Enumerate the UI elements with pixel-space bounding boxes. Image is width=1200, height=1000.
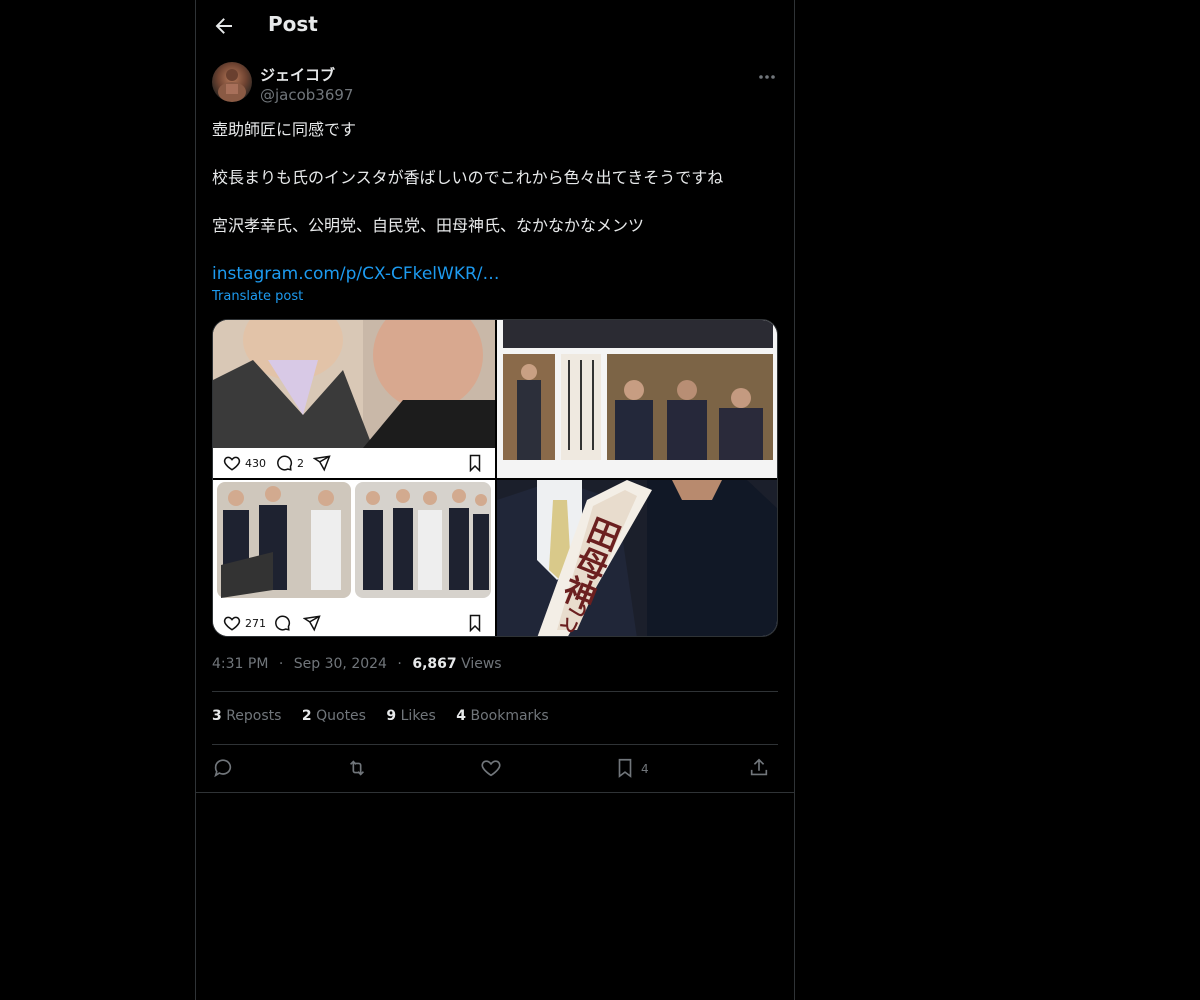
bookmark-count: 4 [641, 762, 649, 776]
post-date[interactable]: Sep 30, 2024 [294, 656, 387, 672]
post-author: ジェイコブ @jacob3697 [212, 62, 778, 108]
arrow-left-icon [215, 18, 232, 34]
media-image-4[interactable]: 田母神 とし [497, 480, 777, 636]
reposts-count: 3 [212, 708, 222, 724]
bookmark-button[interactable]: 4 [614, 757, 649, 781]
divider [196, 792, 794, 793]
ig-share-icon [313, 455, 331, 472]
post-column: Post ジェイコブ @jacob3697 壺助師匠に同感です 校長まりも氏のイ… [195, 0, 795, 1000]
reposts-label: Reposts [226, 708, 282, 724]
avatar[interactable] [212, 62, 252, 102]
bookmarks-label: Bookmarks [470, 708, 549, 724]
media-grid: 430 2 271 田母神 とし [212, 319, 778, 637]
ig-heart-icon [223, 616, 241, 631]
quotes-label: Quotes [316, 708, 366, 724]
author-display-name[interactable]: ジェイコブ [260, 64, 335, 85]
share-icon [750, 758, 768, 776]
media-image-1[interactable]: 430 2 [213, 320, 495, 478]
post-text: 壺助師匠に同感です 校長まりも氏のインスタが香ばしいのでこれから色々出てきそうで… [212, 118, 778, 310]
author-handle[interactable]: @jacob3697 [260, 86, 353, 104]
ig-save-icon [469, 454, 481, 472]
share-button[interactable] [748, 757, 770, 781]
repost-button[interactable] [346, 757, 368, 781]
instagram-action-bar: 271 [213, 608, 495, 636]
divider [212, 691, 778, 692]
repost-icon [349, 760, 365, 776]
separator: · [278, 656, 284, 672]
reply-button[interactable] [212, 757, 234, 781]
post-line: 校長まりも氏のインスタが香ばしいのでこれから色々出てきそうですね [212, 168, 724, 187]
likes-count: 9 [386, 708, 397, 724]
ig-save-icon [469, 614, 481, 632]
post-header: Post [196, 0, 794, 53]
views-label: Views [461, 656, 502, 672]
more-icon [759, 75, 775, 79]
media-image-2[interactable] [497, 320, 777, 478]
likes-label: Likes [400, 708, 436, 724]
likes-stat[interactable]: 9 Likes [386, 708, 435, 724]
carousel-dots [343, 438, 373, 453]
ig-share-icon [303, 615, 321, 632]
instagram-link[interactable]: instagram.com/p/CX-CFkelWKR/… [212, 264, 500, 284]
divider [212, 744, 778, 745]
reply-icon [214, 759, 232, 778]
ig-like-count: 430 [245, 457, 266, 470]
ig-heart-icon [223, 456, 241, 471]
quotes-count: 2 [301, 708, 312, 724]
ig-like-count: 271 [245, 617, 266, 630]
heart-icon [481, 760, 501, 777]
like-button[interactable] [480, 757, 502, 781]
back-button[interactable] [212, 14, 236, 38]
bookmark-icon [618, 758, 632, 778]
post-timestamp: 4:31 PM · Sep 30, 2024 · 6,867 Views [212, 656, 502, 672]
bookmarks-count: 4 [456, 708, 467, 724]
post-line: 壺助師匠に同感です [212, 120, 357, 139]
view-count: 6,867 [412, 656, 457, 672]
post-line: 宮沢孝幸氏、公明党、自民党、田母神氏、なかなかなメンツ [212, 216, 645, 235]
engagement-stats: 3 Reposts 2 Quotes 9 Likes 4 Bookmarks [212, 708, 565, 724]
bookmarks-stat[interactable]: 4 Bookmarks [456, 708, 548, 724]
post-time[interactable]: 4:31 PM [212, 656, 268, 672]
reposts-stat[interactable]: 3 Reposts [212, 708, 281, 724]
instagram-action-bar: 430 2 [213, 448, 495, 478]
more-button[interactable] [756, 66, 778, 88]
ig-comment-icon [277, 455, 293, 471]
quotes-stat[interactable]: 2 Quotes [302, 708, 366, 724]
post-actions: 4 [212, 755, 778, 785]
separator: · [397, 656, 402, 672]
translate-post-link[interactable]: Translate post [212, 289, 303, 304]
ig-comment-icon [275, 615, 291, 631]
media-image-3[interactable]: 271 [213, 480, 495, 636]
page-title: Post [268, 12, 318, 36]
ig-comment-count: 2 [297, 457, 304, 470]
